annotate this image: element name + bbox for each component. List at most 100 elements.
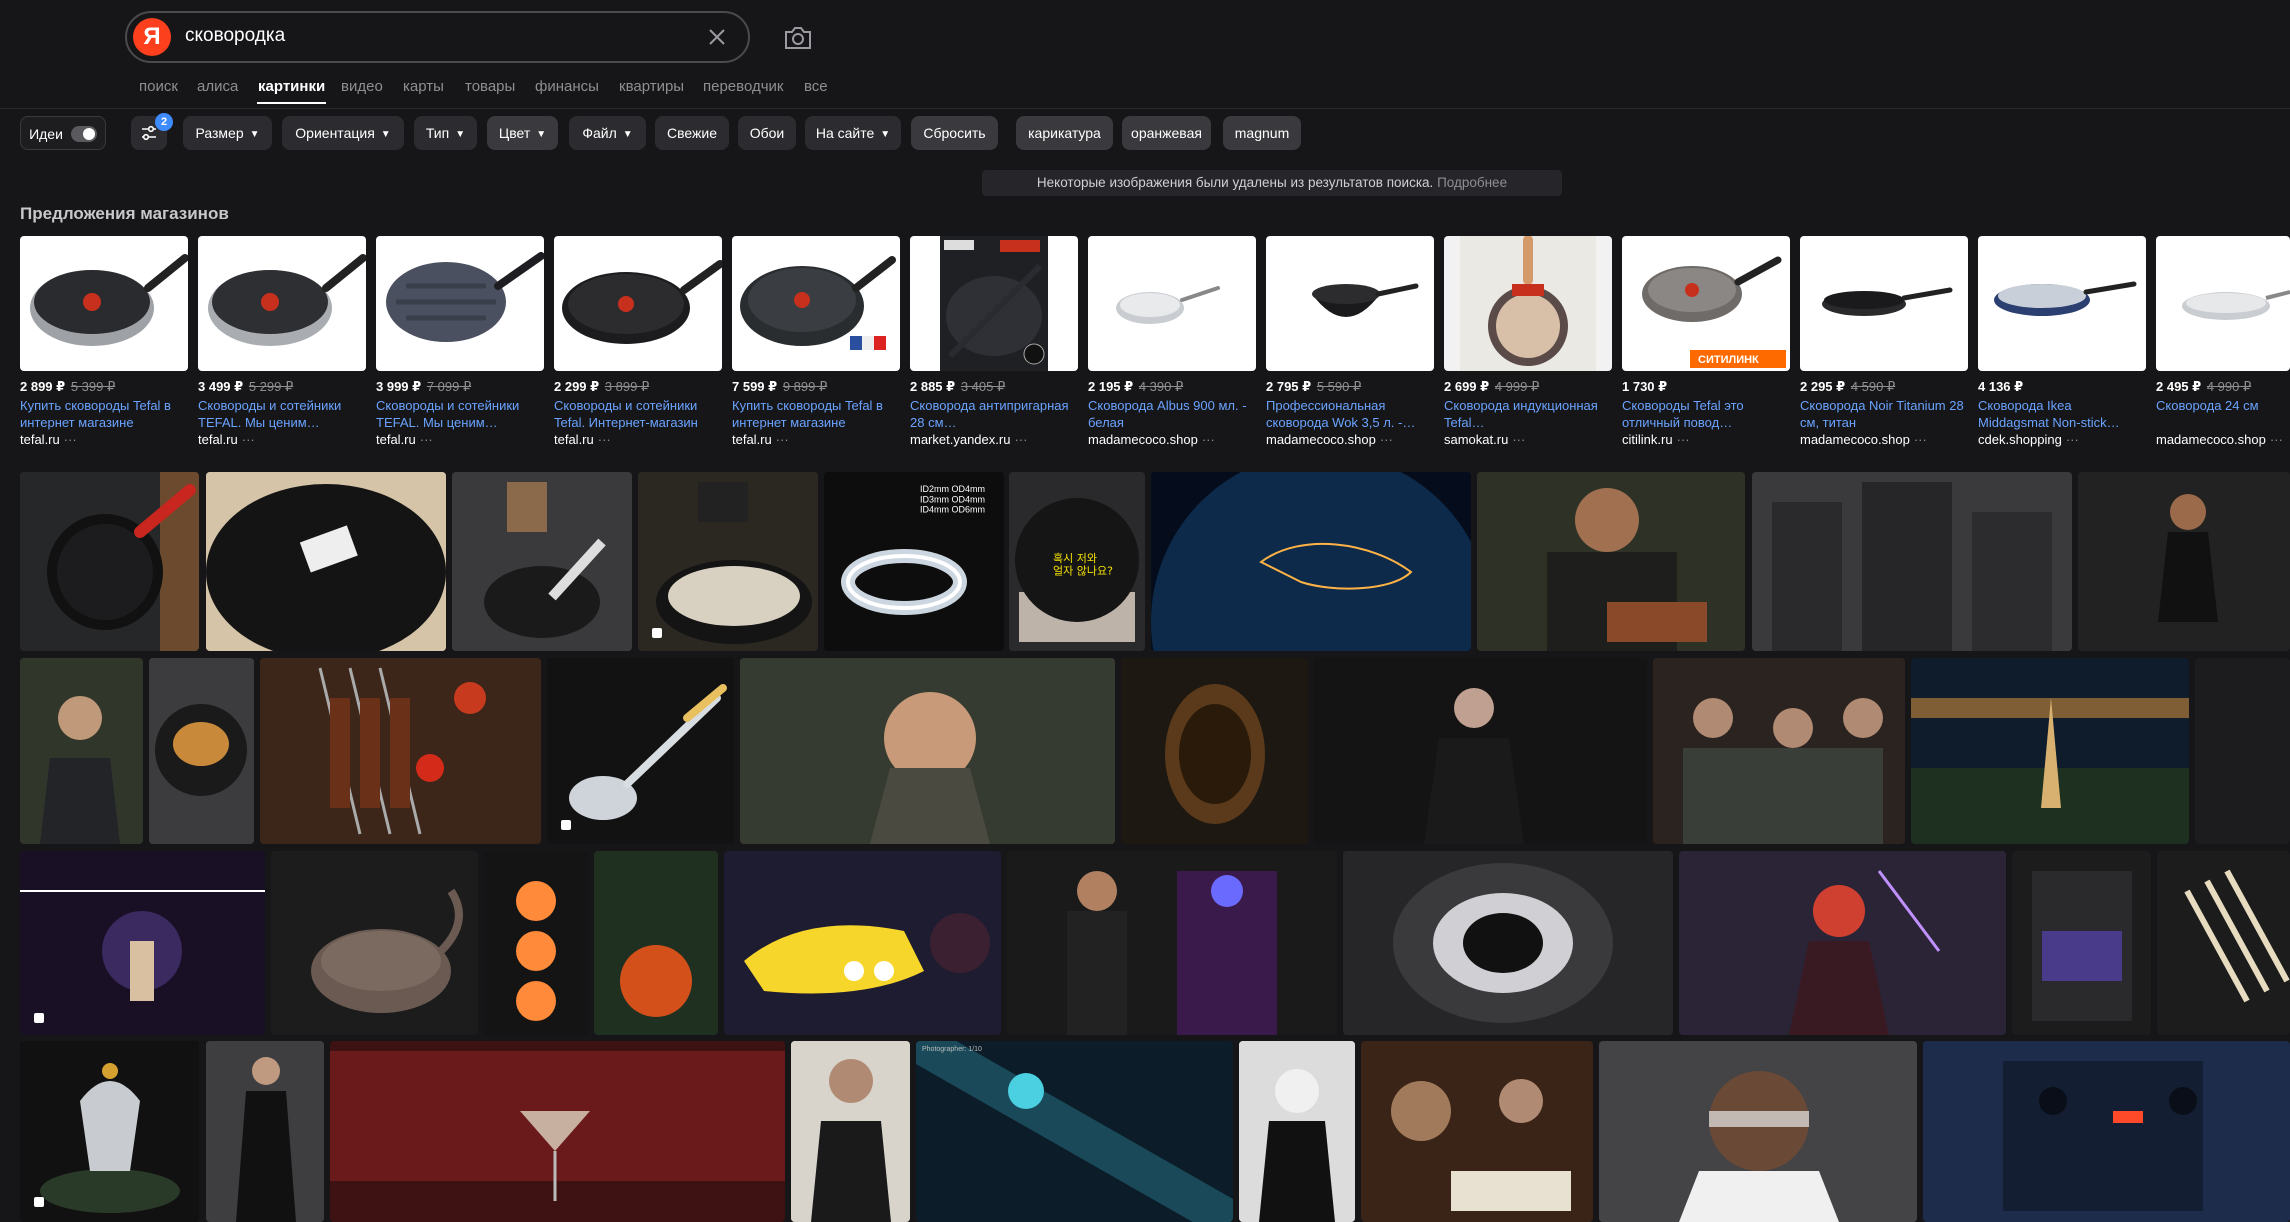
product-image[interactable] [20,236,188,371]
shop-card[interactable]: 2 495 ₽ 4 990 ₽ Сковорода 24 см madameco… [2156,236,2290,447]
shop-card[interactable]: 2 795 ₽ 5 590 ₽ Профессиональная сковоро… [1266,236,1434,447]
image-thumb[interactable] [1361,1041,1593,1222]
image-thumb[interactable] [1343,851,1673,1035]
filter-fresh[interactable]: Свежие [655,116,729,150]
image-thumb[interactable] [740,658,1115,844]
yandex-logo[interactable]: Я [133,18,171,56]
image-thumb[interactable] [1121,658,1308,844]
shop-card[interactable]: 2 885 ₽ 3 405 ₽ Сковорода антипригарная … [910,236,1078,447]
image-thumb[interactable] [1923,1041,2290,1222]
toggle-switch[interactable] [70,126,97,142]
shop-host[interactable]: market.yandex.ru [910,432,1010,447]
product-image[interactable] [910,236,1078,371]
shop-host[interactable]: tefal.ru [20,432,60,447]
image-thumb[interactable] [2157,851,2290,1035]
suggest-chip-caricature[interactable]: карикатура [1016,116,1113,150]
reset-button[interactable]: Сбросить [911,116,998,150]
ideas-toggle[interactable]: Идеи [20,116,106,150]
more-icon[interactable]: ··· [1914,432,1927,447]
image-thumb[interactable] [20,472,199,651]
product-image[interactable] [2156,236,2290,371]
image-thumb[interactable] [638,472,818,651]
shop-card[interactable]: 7 599 ₽ 9 899 ₽ Купить сковороды Tefal в… [732,236,900,447]
product-image[interactable] [1978,236,2146,371]
image-thumb[interactable] [1911,658,2189,844]
shop-card[interactable]: 4 136 ₽ Сковорода Ikea Middagsmat Non-st… [1978,236,2146,447]
product-image[interactable] [1266,236,1434,371]
filter-wallpapers[interactable]: Обои [738,116,796,150]
product-image[interactable] [554,236,722,371]
product-title[interactable]: Сковороды и сотейники TEFAL. Мы ценим… [376,397,544,431]
image-thumb[interactable] [330,1041,785,1222]
product-title[interactable]: Сковорода Ikea Middagsmat Non-stick… [1978,397,2146,431]
image-thumb[interactable] [547,658,734,844]
more-icon[interactable]: ··· [242,432,255,447]
shop-card[interactable]: 3 999 ₽ 7 099 ₽ Сковороды и сотейники TE… [376,236,544,447]
image-thumb[interactable] [20,658,143,844]
image-thumb[interactable] [2078,472,2290,651]
more-icon[interactable]: ··· [2270,432,2283,447]
more-icon[interactable]: ··· [1512,432,1525,447]
product-image[interactable] [198,236,366,371]
image-thumb[interactable] [206,472,446,651]
shop-card[interactable]: 3 499 ₽ 5 299 ₽ Сковороды и сотейники TE… [198,236,366,447]
product-title[interactable]: Сковорода Noir Titanium 28 см, титан [1800,397,1968,431]
image-thumb[interactable] [20,851,265,1035]
product-title[interactable]: Сковороды Tefal это отличный повод… [1622,397,1790,431]
image-thumb[interactable] [724,851,1001,1035]
product-image[interactable] [1444,236,1612,371]
image-thumb[interactable] [1007,851,1337,1035]
tab-video[interactable]: видео [341,78,383,95]
tab-maps[interactable]: карты [403,78,444,95]
product-image[interactable] [1088,236,1256,371]
shop-host[interactable]: tefal.ru [732,432,772,447]
product-image[interactable] [1800,236,1968,371]
filter-size[interactable]: Размер ▼ [183,116,272,150]
image-thumb[interactable] [1477,472,1745,651]
shop-host[interactable]: madamecoco.shop [1800,432,1910,447]
shop-host[interactable]: tefal.ru [376,432,416,447]
notice-more-link[interactable]: Подробнее [1437,175,1507,190]
suggest-chip-orange[interactable]: оранжевая [1122,116,1211,150]
image-thumb[interactable] [594,851,718,1035]
more-icon[interactable]: ··· [2066,432,2079,447]
image-thumb[interactable] [452,472,632,651]
camera-icon[interactable] [782,24,814,52]
product-title[interactable]: Профессиональная сковорода Wok 3,5 л. -… [1266,397,1434,431]
shop-host[interactable]: madamecoco.shop [2156,432,2266,447]
shop-card[interactable]: 2 699 ₽ 4 999 ₽ Сковорода индукционная T… [1444,236,1612,447]
product-title[interactable]: Сковорода Albus 900 мл. - белая [1088,397,1256,431]
image-thumb[interactable] [260,658,541,844]
image-thumb[interactable] [1599,1041,1917,1222]
tab-alice[interactable]: алиса [197,78,238,95]
image-thumb[interactable] [206,1041,324,1222]
image-thumb[interactable] [2195,658,2290,844]
product-image[interactable] [732,236,900,371]
product-title[interactable]: Сковороды и сотейники Tefal. Интернет-ма… [554,397,722,431]
filter-file[interactable]: Файл ▼ [569,116,646,150]
close-icon[interactable] [705,25,729,49]
filter-orientation[interactable]: Ориентация ▼ [282,116,404,150]
search-box[interactable]: Я сковородка [125,11,750,63]
more-icon[interactable]: ··· [598,432,611,447]
filter-color[interactable]: Цвет ▼ [487,116,558,150]
product-image[interactable] [376,236,544,371]
shop-host[interactable]: cdek.shopping [1978,432,2062,447]
tab-goods[interactable]: товары [465,78,515,95]
shop-card[interactable]: 2 299 ₽ 3 899 ₽ Сковороды и сотейники Te… [554,236,722,447]
tab-search[interactable]: поиск [139,78,178,95]
more-icon[interactable]: ··· [1202,432,1215,447]
image-thumb[interactable] [271,851,478,1035]
product-title[interactable]: Сковорода антипригарная 28 см… [910,397,1078,431]
image-thumb[interactable]: Photographer: 1/10 [916,1041,1233,1222]
image-thumb[interactable] [2012,851,2151,1035]
product-title[interactable]: Сковороды и сотейники TEFAL. Мы ценим… [198,397,366,431]
more-icon[interactable]: ··· [64,432,77,447]
tab-translator[interactable]: переводчик [703,78,783,95]
image-thumb[interactable] [791,1041,910,1222]
shop-card[interactable]: 2 195 ₽ 4 390 ₽ Сковорода Albus 900 мл. … [1088,236,1256,447]
image-thumb[interactable] [1239,1041,1355,1222]
shop-host[interactable]: citilink.ru [1622,432,1673,447]
shop-card[interactable]: СИТИЛИНК 1 730 ₽ Сковороды Tefal это отл… [1622,236,1790,447]
product-title[interactable]: Сковорода индукционная Tefal… [1444,397,1612,431]
